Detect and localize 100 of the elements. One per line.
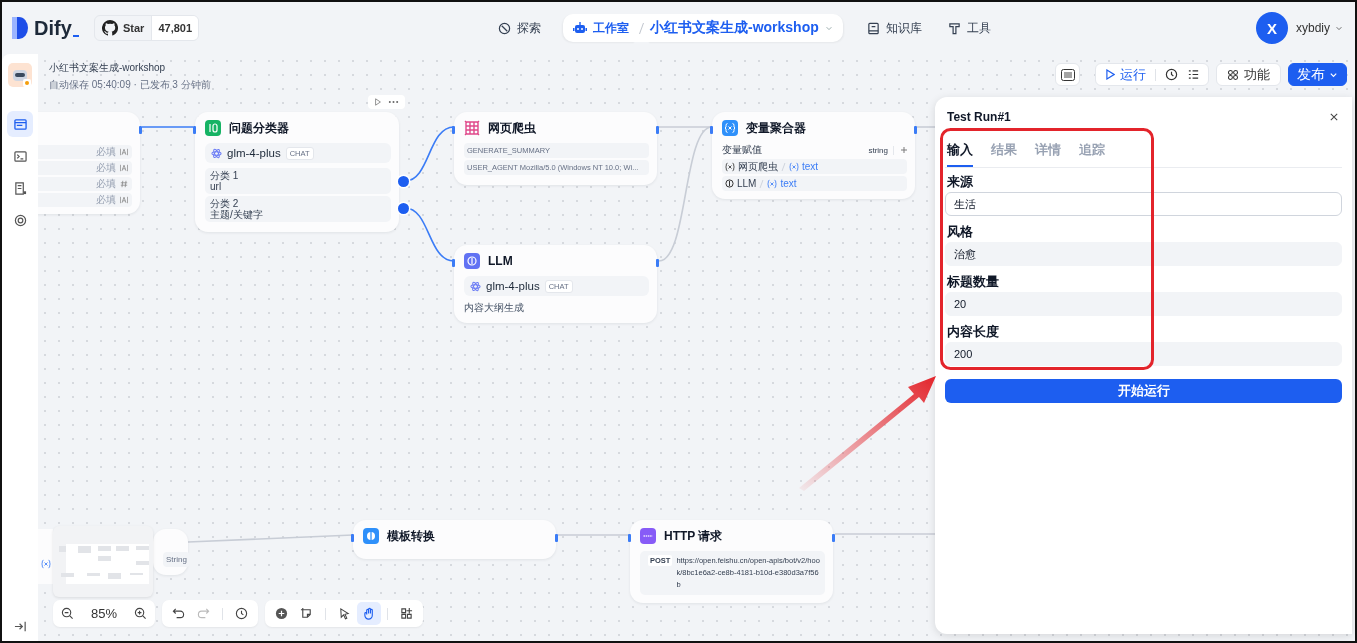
model-name: glm-4-plus bbox=[227, 147, 281, 159]
variable-icon bbox=[789, 161, 799, 172]
node-title: 问题分类器 bbox=[229, 119, 289, 137]
text-type-icon bbox=[120, 196, 128, 204]
env-icon bbox=[1060, 68, 1075, 81]
nav-tab[interactable]: 工作室 bbox=[563, 14, 635, 42]
zoom-in-icon[interactable] bbox=[134, 607, 147, 620]
connection-handle[interactable] bbox=[452, 126, 455, 134]
node-title: HTTP 请求 bbox=[664, 527, 723, 545]
variable-name: text bbox=[802, 161, 819, 172]
workflow-node[interactable]: 变量聚合器 变量赋值 string 网页爬虫 text LLM text bbox=[712, 112, 915, 199]
llm-icon bbox=[725, 179, 734, 188]
connection-handle[interactable] bbox=[914, 126, 917, 134]
type-label: string bbox=[868, 145, 894, 155]
required-label: 必填 bbox=[96, 161, 116, 175]
connection-handle[interactable] bbox=[832, 534, 835, 542]
input-field[interactable]: 生活 bbox=[945, 192, 1342, 216]
robot-icon bbox=[573, 21, 587, 35]
connection-handle[interactable] bbox=[628, 534, 631, 542]
type-label: String bbox=[163, 552, 190, 567]
nav-tab[interactable]: 探索 bbox=[488, 14, 551, 42]
zoom-out-icon[interactable] bbox=[61, 607, 74, 620]
add-branch-handle[interactable] bbox=[398, 176, 409, 187]
variable-icon bbox=[725, 161, 735, 172]
github-star-button[interactable]: Star 47,801 bbox=[94, 15, 200, 41]
nav-tab[interactable]: 知识库 bbox=[856, 14, 932, 42]
undo-icon[interactable] bbox=[172, 607, 185, 620]
model-icon bbox=[470, 280, 481, 292]
start-run-button[interactable]: 开始运行 bbox=[945, 379, 1342, 403]
connection-handle[interactable] bbox=[656, 259, 659, 267]
publish-button[interactable]: 发布 bbox=[1288, 63, 1347, 86]
layout-icon[interactable] bbox=[400, 607, 413, 620]
connection-handle[interactable] bbox=[656, 126, 659, 134]
required-label: 必填 bbox=[96, 177, 116, 191]
pointer-icon[interactable] bbox=[338, 607, 351, 620]
class-label: 分类 2 bbox=[210, 198, 240, 209]
panel-tab[interactable]: 输入 bbox=[947, 136, 973, 167]
node-title: 网页爬虫 bbox=[488, 119, 536, 137]
input-field[interactable]: 20 bbox=[945, 292, 1342, 316]
play-icon bbox=[1106, 69, 1115, 80]
book-icon bbox=[866, 21, 880, 35]
model-icon bbox=[211, 147, 222, 159]
document-icon bbox=[13, 181, 27, 195]
history-icon[interactable] bbox=[235, 607, 248, 620]
connection-handle[interactable] bbox=[351, 534, 354, 542]
note-icon[interactable] bbox=[300, 607, 313, 620]
field-label: 来源 bbox=[946, 172, 974, 191]
class-label: 分类 1 bbox=[210, 170, 240, 181]
workflow-node[interactable]: 模板转换 bbox=[353, 520, 556, 559]
play-icon[interactable] bbox=[374, 98, 382, 106]
node-name: LLM bbox=[737, 178, 757, 189]
sidebar-item[interactable] bbox=[7, 111, 33, 137]
add-node-icon[interactable] bbox=[275, 607, 288, 620]
group-label: 变量赋值 bbox=[722, 143, 762, 157]
app-icon bbox=[8, 63, 32, 87]
gauge-icon bbox=[13, 213, 27, 227]
input-field[interactable]: 200 bbox=[945, 342, 1342, 366]
save-status: 自动保存 05:40:09 · 已发布 3 分钟前 bbox=[49, 78, 211, 92]
more-icon[interactable] bbox=[388, 100, 399, 104]
env-button[interactable] bbox=[1055, 63, 1080, 86]
connection-handle[interactable] bbox=[452, 259, 455, 267]
input-field[interactable]: 治愈 bbox=[945, 242, 1342, 266]
template-icon bbox=[363, 528, 379, 544]
history-icon[interactable] bbox=[1165, 68, 1178, 81]
features-button[interactable]: 功能 bbox=[1216, 63, 1281, 86]
required-label: 必填 bbox=[96, 145, 116, 159]
zoom-level[interactable]: 85% bbox=[91, 606, 117, 621]
checklist-icon[interactable] bbox=[1187, 68, 1200, 81]
node-title: 变量聚合器 bbox=[746, 119, 806, 137]
variable-icon bbox=[40, 558, 51, 569]
user-avatar[interactable]: X bbox=[1256, 12, 1288, 44]
user-menu[interactable]: xybdiy bbox=[1296, 21, 1343, 35]
connection-handle[interactable] bbox=[710, 126, 713, 134]
text-type-icon bbox=[120, 148, 128, 156]
features-icon bbox=[1227, 68, 1239, 81]
connection-handle[interactable] bbox=[193, 126, 196, 134]
connection-handle[interactable] bbox=[139, 126, 142, 134]
compass-icon bbox=[498, 21, 511, 35]
nav-tab[interactable]: 工具 bbox=[937, 14, 1001, 42]
panel-title: Test Run#1 bbox=[947, 110, 1011, 124]
hammer-icon bbox=[947, 21, 961, 35]
plus-icon[interactable] bbox=[901, 147, 907, 153]
node-title: LLM bbox=[488, 254, 513, 268]
terminal-icon bbox=[13, 149, 27, 163]
hand-tool[interactable] bbox=[357, 602, 381, 625]
close-icon[interactable] bbox=[1330, 113, 1338, 121]
logo-text: Dify bbox=[34, 16, 72, 40]
workflow-node[interactable]: String bbox=[153, 529, 188, 575]
hand-icon bbox=[362, 607, 376, 620]
add-branch-handle[interactable] bbox=[398, 203, 409, 214]
class-value: url bbox=[210, 181, 223, 192]
logo-icon bbox=[12, 17, 28, 39]
variable-node-icon bbox=[722, 120, 738, 136]
expand-sidebar-icon[interactable] bbox=[13, 620, 27, 633]
class-value: 主题/关键字 bbox=[210, 209, 264, 220]
required-label: 必填 bbox=[96, 193, 116, 207]
app-title: 小红书文案生成-workshop bbox=[49, 61, 167, 75]
star-label: Star bbox=[123, 22, 145, 34]
app-switcher[interactable]: 小红书文案生成-workshop bbox=[648, 14, 843, 42]
connection-handle[interactable] bbox=[555, 534, 558, 542]
